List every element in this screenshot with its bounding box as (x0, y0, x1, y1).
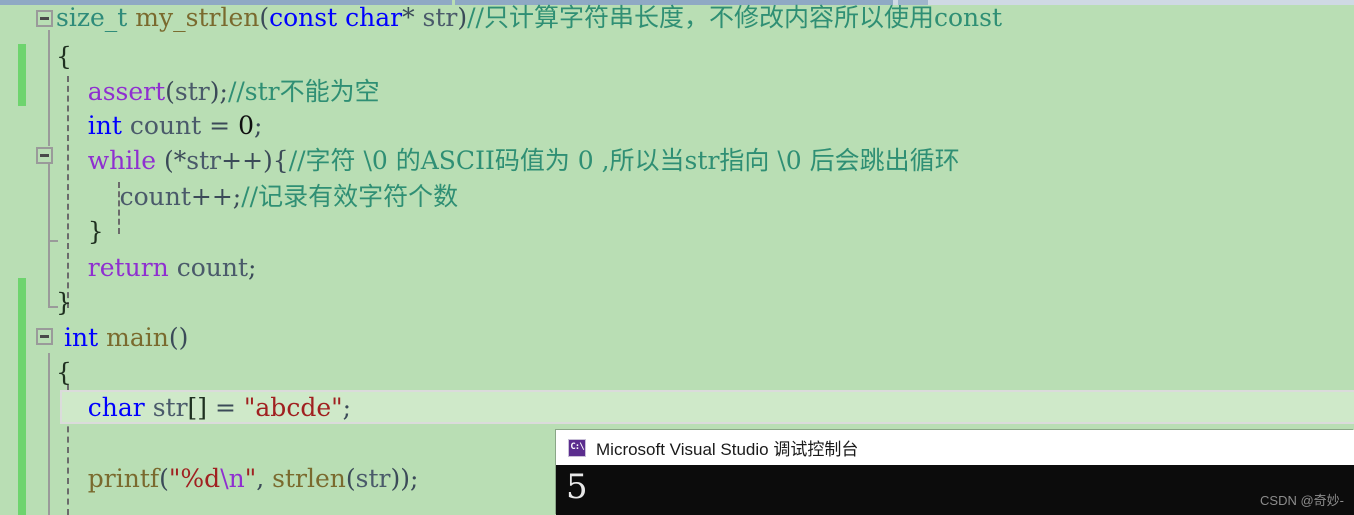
code-token: ( (259, 3, 270, 32)
collapse-box-main[interactable] (36, 328, 53, 345)
console-app-icon-label: C:\ (570, 442, 584, 452)
outline-line-lower (48, 163, 50, 308)
code-token: { (56, 42, 72, 71)
code-token: assert (87, 77, 166, 106)
code-token: size_t (56, 3, 128, 32)
code-token: )); (390, 464, 419, 493)
code-token: "abcde" (243, 393, 343, 422)
code-token: str (422, 3, 458, 32)
code-token: [] (187, 393, 208, 422)
code-token: char (345, 3, 403, 32)
code-token: //字符 \0 的ASCII码值为 0 ,所以当str指向 \0 后会跳出循环 (288, 146, 960, 175)
code-token: ( (165, 77, 175, 106)
code-token: return (87, 253, 169, 282)
code-token: ; (342, 393, 352, 422)
code-token: 0 (238, 111, 254, 140)
console-output-text: 5 (566, 467, 588, 507)
change-bar-marker-bottom (18, 278, 26, 515)
code-line[interactable]: while (*str++){//字符 \0 的ASCII码值为 0 ,所以当s… (56, 148, 960, 174)
code-line[interactable]: assert(str);//str不能为空 (56, 79, 380, 105)
code-line[interactable]: { (56, 44, 72, 70)
code-token: ++; (190, 182, 242, 211)
code-token: str (355, 464, 391, 493)
code-token: str (174, 77, 210, 106)
code-token: strlen (272, 464, 346, 493)
code-line[interactable]: size_t my_strlen(const char* str)//只计算字符… (56, 5, 1002, 31)
visual-studio-editor-window: size_t my_strlen(const char* str)//只计算字符… (0, 0, 1354, 515)
code-token: ( (159, 464, 169, 493)
code-token: (* (156, 146, 187, 175)
code-line[interactable]: int count = 0; (56, 111, 263, 140)
code-line[interactable]: printf("%d\n", strlen(str)); (56, 464, 419, 493)
console-title-bar[interactable]: C:\ Microsoft Visual Studio 调试控制台 (556, 430, 1354, 465)
code-token: char (87, 393, 145, 422)
code-line[interactable]: int main() (64, 325, 188, 351)
code-token: * (402, 3, 415, 32)
code-token: printf (87, 464, 160, 493)
code-token: str (152, 393, 188, 422)
code-token: int (64, 323, 99, 352)
code-token: count (129, 111, 202, 140)
code-token: \n (220, 464, 245, 493)
console-output-area[interactable]: 5 CSDN @奇妙- (556, 465, 1354, 515)
code-token: count (119, 182, 191, 211)
code-token: } (56, 288, 72, 317)
code-token: ; (248, 253, 257, 282)
code-token: //只计算字符串长度，不修改内容所以使用const (467, 3, 1003, 32)
csdn-watermark: CSDN @奇妙- (1260, 493, 1344, 508)
code-line[interactable]: { (56, 360, 72, 386)
code-line[interactable]: char str[] = "abcde"; (56, 395, 351, 421)
code-token: str (186, 146, 222, 175)
debug-console-window[interactable]: C:\ Microsoft Visual Studio 调试控制台 5 CSDN… (556, 430, 1354, 515)
outline-line-upper (48, 30, 50, 146)
code-token: = (201, 111, 239, 140)
code-token: main (106, 323, 169, 352)
code-token: , (256, 464, 273, 493)
code-token: while (87, 146, 157, 175)
change-bar-marker-top (18, 44, 26, 106)
console-app-icon: C:\ (568, 438, 586, 457)
code-token: //记录有效字符个数 (241, 182, 459, 211)
code-token: { (56, 358, 72, 387)
code-token: ( (345, 464, 356, 493)
code-token: () (168, 323, 189, 352)
code-line[interactable]: } (56, 219, 104, 245)
code-token: my_strlen (135, 3, 260, 32)
code-token: ) (457, 3, 468, 32)
console-title-text: Microsoft Visual Studio 调试控制台 (596, 440, 859, 459)
code-token: } (56, 217, 104, 246)
code-token: ); (209, 77, 228, 106)
code-token: count (176, 253, 249, 282)
collapse-box-my-strlen[interactable] (36, 10, 53, 27)
collapse-box-while[interactable] (36, 147, 53, 164)
code-token: ; (253, 111, 263, 140)
code-token: " (244, 464, 257, 493)
code-token: int (87, 111, 122, 140)
outline-line-main (48, 353, 50, 515)
code-line[interactable]: count++;//记录有效字符个数 (56, 182, 459, 211)
code-line[interactable]: return count; (56, 253, 257, 282)
code-token: //str不能为空 (227, 77, 380, 106)
code-token: ++){ (221, 146, 289, 175)
code-token: "%d (168, 464, 221, 493)
code-token: const (269, 3, 338, 32)
code-line[interactable]: } (56, 290, 72, 316)
code-token: = (207, 393, 244, 422)
